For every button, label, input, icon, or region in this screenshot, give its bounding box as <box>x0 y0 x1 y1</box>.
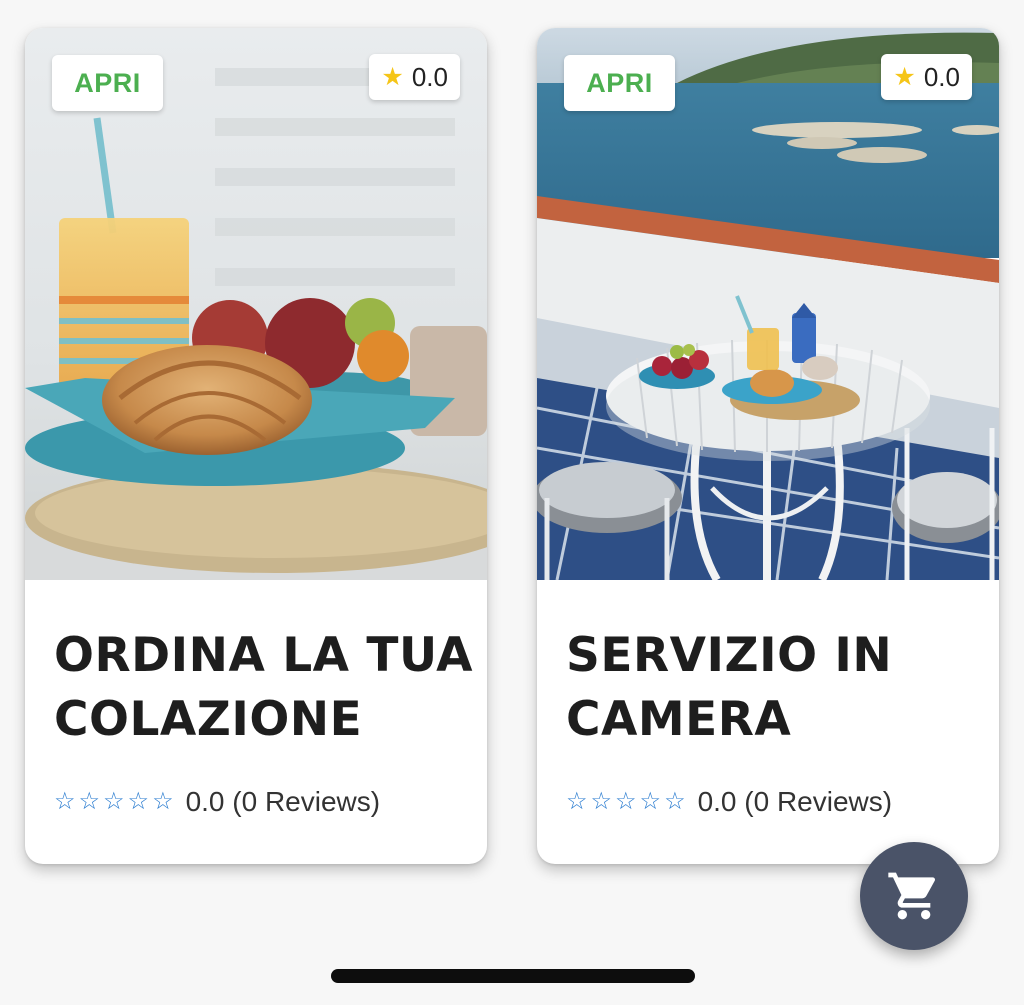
star-outline-icon: ☆ <box>152 788 174 815</box>
star-outline-icon: ☆ <box>664 788 686 815</box>
star-outline-icon: ☆ <box>615 788 637 815</box>
card-title: SERVIZIO IN CAMERA <box>566 628 893 747</box>
product-card-room-service[interactable]: APRI ★ 0.0 SERVIZIO IN CAMERA ☆ ☆ ☆ ☆ ☆ … <box>537 28 999 864</box>
open-badge[interactable]: APRI <box>52 55 163 111</box>
star-outline-icon: ☆ <box>566 788 588 815</box>
card-title: ORDINA LA TUA COLAZIONE <box>54 628 474 747</box>
star-outline-icon: ☆ <box>103 788 125 815</box>
star-outline-icon: ☆ <box>639 788 662 815</box>
star-outline-icon: ☆ <box>78 788 101 815</box>
home-indicator[interactable] <box>331 969 695 983</box>
star-icon: ★ <box>893 62 916 91</box>
star-rating: ☆ ☆ ☆ ☆ ☆ <box>566 790 686 814</box>
rating-badge: ★ 0.0 <box>881 54 972 100</box>
star-outline-icon: ☆ <box>54 788 76 815</box>
cart-button[interactable] <box>860 842 968 950</box>
rating-value: 0.0 <box>411 61 448 92</box>
star-outline-icon: ☆ <box>590 788 613 815</box>
shopping-cart-icon <box>888 872 936 920</box>
rating-value: 0.0 <box>923 61 960 92</box>
star-rating: ☆ ☆ ☆ ☆ ☆ <box>54 790 174 814</box>
open-badge[interactable]: APRI <box>564 55 675 111</box>
reviews-row: ☆ ☆ ☆ ☆ ☆ 0.0 (0 Reviews) <box>566 784 892 820</box>
review-count: 0.0 (0 Reviews) <box>185 786 381 817</box>
rating-badge: ★ 0.0 <box>369 54 460 100</box>
star-outline-icon: ☆ <box>127 788 150 815</box>
reviews-row: ☆ ☆ ☆ ☆ ☆ 0.0 (0 Reviews) <box>54 784 380 820</box>
product-card-breakfast[interactable]: APRI ★ 0.0 ORDINA LA TUA COLAZIONE ☆ ☆ ☆… <box>25 28 487 864</box>
review-count: 0.0 (0 Reviews) <box>697 786 893 817</box>
star-icon: ★ <box>381 62 404 91</box>
